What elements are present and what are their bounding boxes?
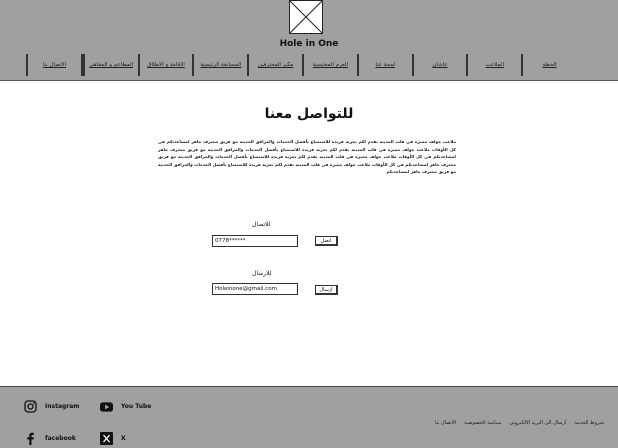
nav-item-pros[interactable]: مكبر المحترفين (247, 54, 302, 76)
x-label: X (121, 435, 126, 442)
logo-placeholder-image (289, 0, 323, 34)
youtube-link[interactable]: You Tube (100, 400, 151, 413)
nav-item-tournament[interactable]: المسابقة الرئيسية (192, 54, 247, 76)
instagram-icon (24, 400, 37, 413)
phone-label: للاتصال (252, 221, 271, 228)
nav-item-about[interactable]: لمحة عنا (356, 54, 412, 76)
nav-item-contact[interactable]: الاتصال بنا (26, 54, 83, 76)
nav-item-courses[interactable]: الملاعب (466, 54, 521, 76)
send-button[interactable]: ارسال (315, 285, 338, 295)
nav-item-restaurants[interactable]: المطاعم و المقاهي (82, 54, 138, 76)
x-link[interactable]: X (100, 432, 126, 445)
instagram-label: Instagram (45, 403, 80, 410)
site-footer (0, 386, 618, 448)
instagram-link[interactable]: Instagram (24, 400, 80, 413)
facebook-label: facebook (45, 435, 76, 442)
nav-item-stay[interactable]: الاقامة و الاطلاق (137, 54, 193, 76)
x-logo-icon (100, 432, 113, 445)
nav-item-packages[interactable]: العزم المحتسبة (302, 54, 357, 76)
brand-name: Hole in One (279, 39, 339, 49)
site-header: Hole in One الخطة الملاعب عاشان لمحة عنا… (0, 0, 618, 81)
phone-field[interactable]: 0778****** (212, 235, 298, 247)
email-field[interactable]: Holeinone@gmail.com (212, 283, 298, 295)
page-title: للتواصل معنا (264, 106, 354, 122)
youtube-icon (100, 400, 113, 413)
facebook-icon (24, 432, 37, 445)
youtube-label: You Tube (121, 403, 152, 410)
nav-item-3[interactable]: عاشان (411, 54, 467, 76)
footer-link-privacy[interactable]: سياسة الخصوصية (464, 420, 501, 426)
footer-links: شروط الخدمة أرسال الى البريد الالكتروني … (435, 420, 604, 426)
footer-link-terms[interactable]: شروط الخدمة (574, 420, 604, 426)
main-nav: الخطة الملاعب عاشان لمحة عنا العزم المحت… (26, 54, 576, 76)
nav-item-plan[interactable]: الخطة (521, 54, 576, 76)
call-button[interactable]: اتصل (315, 236, 338, 246)
footer-link-email[interactable]: أرسال الى البريد الالكتروني (509, 420, 566, 426)
email-label: للارسال (252, 270, 272, 277)
intro-paragraph: ملاعب جولف مميزة في قلب المدينة نقدم لكم… (158, 139, 456, 174)
facebook-link[interactable]: facebook (24, 432, 76, 445)
footer-link-contact[interactable]: الاتصال بنا (435, 420, 456, 426)
